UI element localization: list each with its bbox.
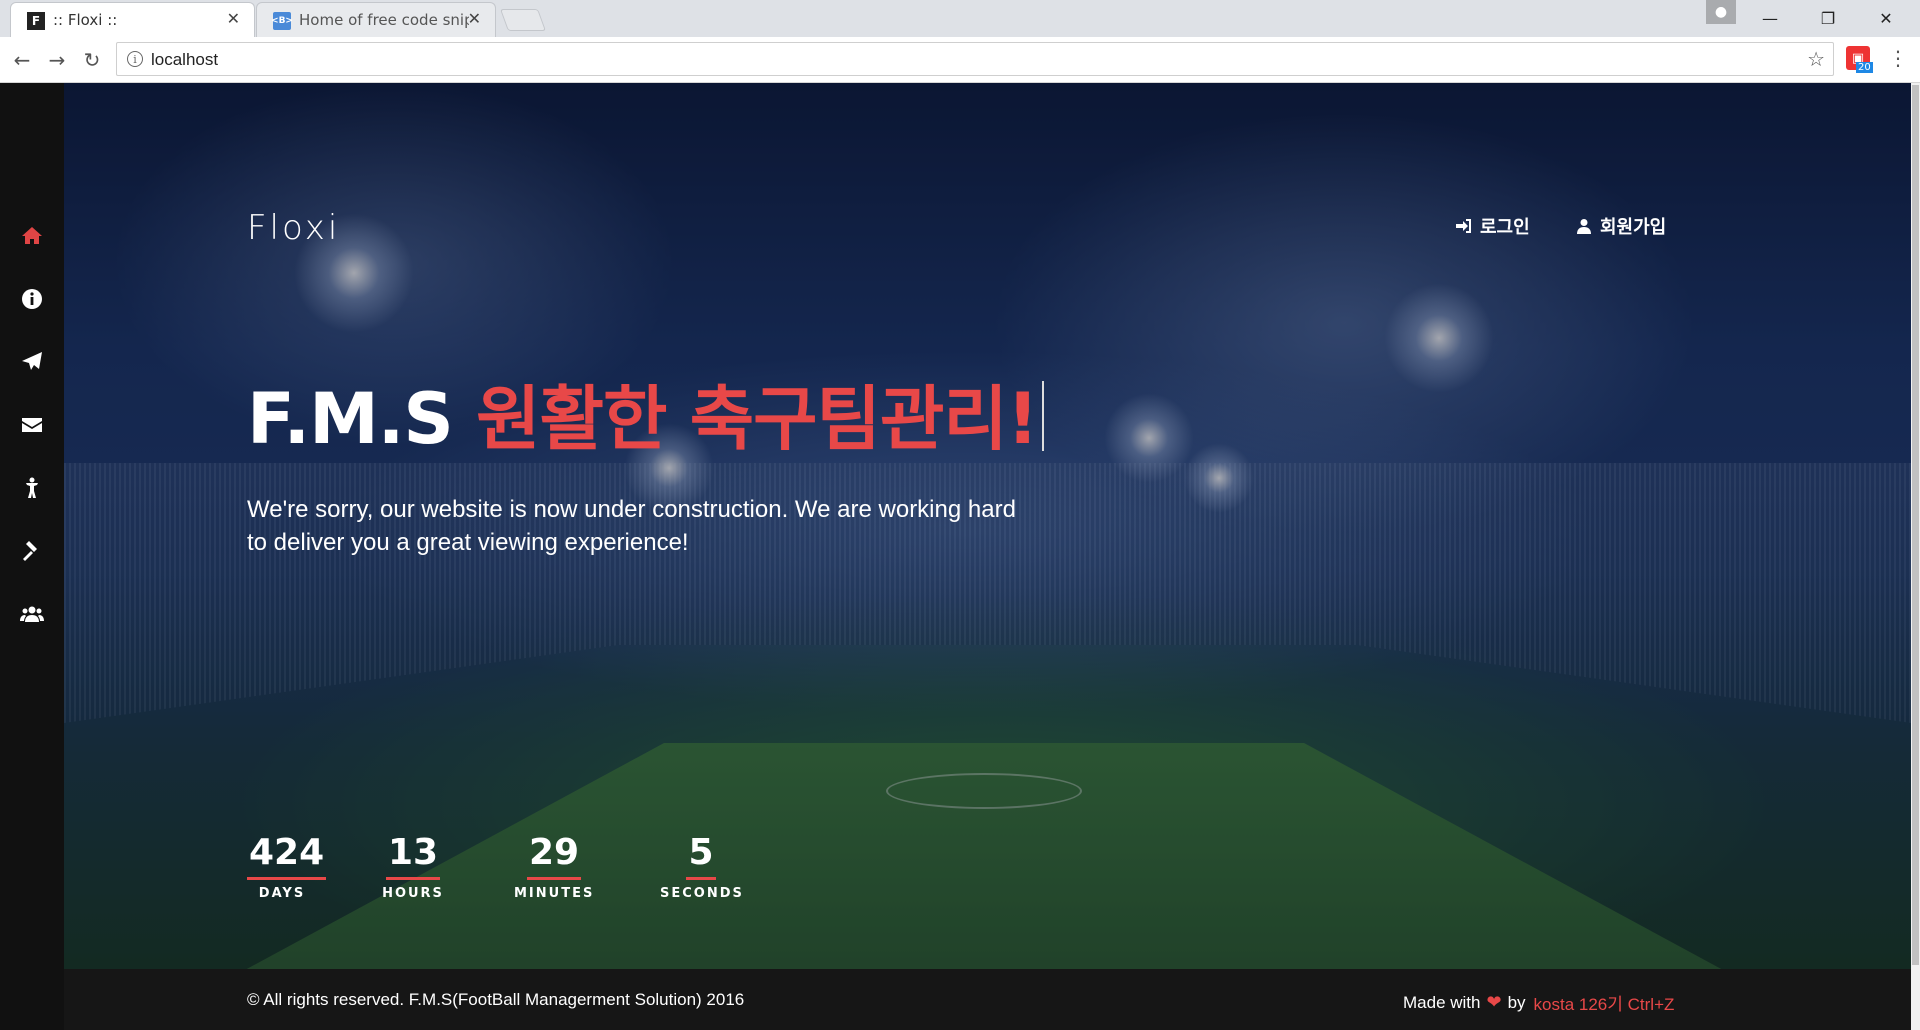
made-with-credit: Made with ❤ by kosta 126기 Ctrl+Z	[1403, 990, 1674, 1015]
side-nav-home[interactable]	[12, 216, 52, 256]
side-nav-player[interactable]	[12, 468, 52, 508]
page-viewport: Floxi 로그인 회원가입 F.M.S 원활한 축구팀관리! We're so…	[0, 83, 1920, 1030]
kebab-menu-icon[interactable]: ⋮	[1888, 46, 1908, 70]
info-icon	[22, 289, 42, 309]
by-label: by	[1507, 992, 1526, 1012]
heart-icon: ❤	[1486, 992, 1502, 1012]
reload-icon[interactable]: ↻	[78, 46, 106, 74]
countdown-hours: 13 HOURS	[380, 833, 446, 902]
hero-headline: F.M.S 원활한 축구팀관리!	[247, 363, 1044, 464]
side-nav-rules[interactable]	[12, 531, 52, 571]
signup-link[interactable]: 회원가입	[1576, 213, 1666, 239]
profile-icon[interactable]: ●	[1706, 0, 1736, 24]
users-icon	[20, 606, 44, 622]
address-bar[interactable]: i localhost ☆	[116, 42, 1834, 76]
envelope-icon	[22, 418, 42, 432]
scrollbar-thumb[interactable]	[1912, 85, 1919, 965]
restore-icon[interactable]: ❐	[1808, 4, 1848, 32]
side-nav-send[interactable]	[12, 342, 52, 382]
side-nav-contact[interactable]	[12, 405, 52, 445]
minimize-icon[interactable]: —	[1750, 4, 1790, 32]
floxi-favicon-icon: F	[27, 12, 45, 30]
side-nav-about[interactable]	[12, 279, 52, 319]
side-nav	[0, 83, 64, 1030]
login-label: 로그인	[1480, 217, 1530, 238]
home-icon	[22, 227, 42, 244]
user-icon	[1577, 219, 1591, 234]
made-with-label: Made with	[1403, 992, 1481, 1012]
page-scrollbar[interactable]	[1911, 83, 1920, 1030]
countdown-value: 424	[247, 833, 327, 880]
bookmark-star-icon[interactable]: ☆	[1807, 47, 1825, 71]
headline-brand: F.M.S	[247, 378, 454, 460]
close-icon[interactable]: ✕	[227, 9, 240, 28]
typing-caret	[1041, 381, 1044, 451]
info-icon[interactable]: i	[127, 51, 143, 67]
url-text: localhost	[151, 50, 219, 69]
countdown-label: SECONDS	[660, 886, 744, 901]
author-link[interactable]: kosta 126기 Ctrl+Z	[1534, 990, 1675, 1015]
countdown-value: 5	[686, 833, 716, 880]
signup-label: 회원가입	[1600, 217, 1667, 238]
back-icon[interactable]: ←	[8, 46, 36, 74]
countdown-minutes: 29 MINUTES	[514, 833, 595, 902]
countdown-value: 29	[526, 833, 582, 880]
new-tab-button[interactable]	[499, 9, 547, 31]
browser-toolbar: ← → ↻ i localhost ☆ ▣ 20 ⋮	[0, 37, 1920, 83]
tab-title: :: Floxi ::	[53, 11, 118, 29]
forward-icon[interactable]: →	[43, 46, 71, 74]
hero-section: Floxi 로그인 회원가입 F.M.S 원활한 축구팀관리! We're so…	[64, 83, 1911, 969]
site-logo[interactable]: Floxi	[247, 208, 340, 248]
construction-message: We're sorry, our website is now under co…	[247, 496, 1016, 556]
bootsnipp-favicon-icon: <B>	[271, 12, 293, 30]
sign-in-icon	[1456, 219, 1471, 233]
countdown-value: 13	[385, 833, 441, 880]
window-close-icon[interactable]: ✕	[1866, 4, 1906, 32]
countdown-seconds: 5 SECONDS	[660, 833, 744, 902]
headline-tagline: 원활한 축구팀관리!	[476, 378, 1038, 460]
tab-title: Home of free code snip	[299, 11, 469, 29]
countdown-label: DAYS	[258, 886, 306, 901]
child-icon	[26, 477, 38, 498]
copyright-text: © All rights reserved. F.M.S(FootBall Ma…	[247, 990, 745, 1009]
close-icon[interactable]: ✕	[468, 9, 481, 28]
login-link[interactable]: 로그인	[1456, 213, 1530, 239]
extension-badge: 20	[1856, 62, 1873, 73]
countdown-label: MINUTES	[514, 886, 595, 901]
paper-plane-icon	[22, 352, 42, 370]
site-footer: © All rights reserved. F.M.S(FootBall Ma…	[64, 969, 1911, 1030]
countdown-label: HOURS	[382, 886, 444, 901]
side-nav-team[interactable]	[12, 594, 52, 634]
tab-code-snippets[interactable]: <B> Home of free code snip ✕	[256, 2, 496, 37]
countdown-days: 424 DAYS	[247, 833, 327, 901]
browser-tabstrip: F :: Floxi :: ✕ <B> Home of free code sn…	[0, 0, 1920, 37]
gavel-icon	[23, 541, 37, 561]
tab-floxi[interactable]: F :: Floxi :: ✕	[10, 2, 255, 37]
